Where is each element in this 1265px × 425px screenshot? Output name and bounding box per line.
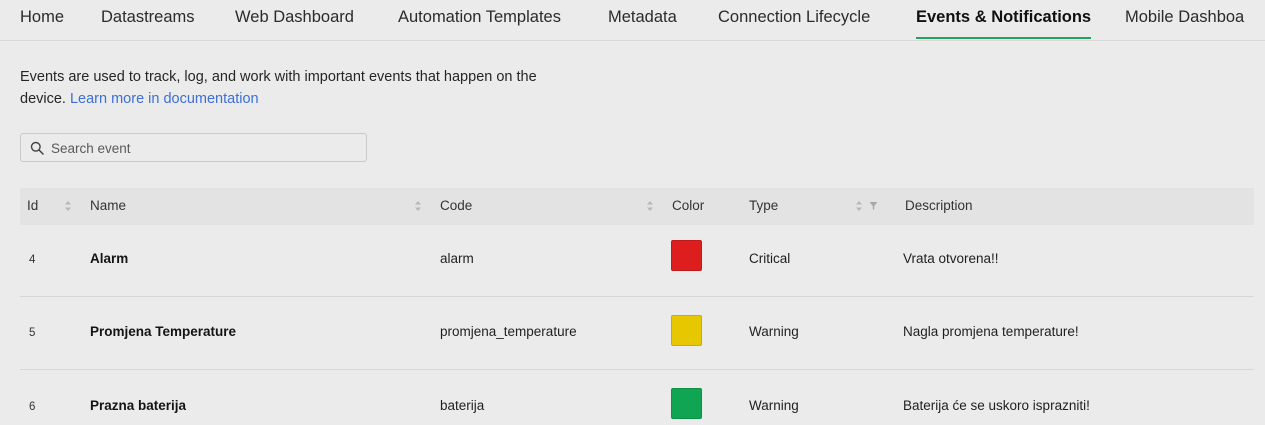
row-color-swatch xyxy=(671,388,702,419)
row-name[interactable]: Prazna baterija xyxy=(90,398,186,413)
row-id: 6 xyxy=(29,401,36,413)
column-header-type[interactable]: Type xyxy=(749,198,778,213)
row-description: Nagla promjena temperature! xyxy=(903,324,1079,339)
row-type: Warning xyxy=(749,398,799,413)
row-code: baterija xyxy=(440,398,485,413)
row-type: Critical xyxy=(749,251,791,266)
table-row[interactable]: 4 Alarm alarm Critical Vrata otvorena!! xyxy=(20,225,1254,297)
tab-connection-lifecycle[interactable]: Connection Lifecycle xyxy=(718,8,870,27)
events-notifications-page: Home Datastreams Web Dashboard Automatio… xyxy=(0,0,1265,425)
row-color-swatch xyxy=(671,240,702,271)
sort-type-icon[interactable] xyxy=(855,200,863,212)
search-box xyxy=(20,133,367,162)
tab-bar: Home Datastreams Web Dashboard Automatio… xyxy=(0,0,1265,41)
active-tab-indicator xyxy=(916,37,1091,39)
search-input[interactable] xyxy=(51,137,351,159)
table-row[interactable]: 5 Promjena Temperature promjena_temperat… xyxy=(20,297,1254,370)
row-code: alarm xyxy=(440,251,474,266)
row-type: Warning xyxy=(749,324,799,339)
tab-datastreams[interactable]: Datastreams xyxy=(101,8,195,27)
table-header: Id Name Code Color Type Description xyxy=(20,188,1254,225)
row-name[interactable]: Promjena Temperature xyxy=(90,324,236,339)
search-icon xyxy=(30,141,44,155)
row-description: Vrata otvorena!! xyxy=(903,251,999,266)
tab-events-notifications[interactable]: Events & Notifications xyxy=(916,8,1091,27)
column-header-color: Color xyxy=(672,198,705,213)
tab-web-dashboard[interactable]: Web Dashboard xyxy=(235,8,354,27)
column-header-code[interactable]: Code xyxy=(440,198,472,213)
column-header-name[interactable]: Name xyxy=(90,198,126,213)
column-header-description: Description xyxy=(905,198,973,213)
tab-mobile-dashboard[interactable]: Mobile Dashboa xyxy=(1125,8,1244,27)
sort-code-icon[interactable] xyxy=(646,200,654,212)
column-header-id[interactable]: Id xyxy=(27,198,38,213)
sort-name-icon[interactable] xyxy=(414,200,422,212)
filter-type-icon[interactable] xyxy=(869,201,878,211)
sort-id-icon[interactable] xyxy=(64,200,72,212)
tab-home[interactable]: Home xyxy=(20,8,64,27)
row-id: 4 xyxy=(29,254,36,266)
events-table: Id Name Code Color Type Description 4 Al… xyxy=(20,188,1254,425)
tab-automation-templates[interactable]: Automation Templates xyxy=(398,8,561,27)
intro-text: Events are used to track, log, and work … xyxy=(20,66,580,110)
row-name[interactable]: Alarm xyxy=(90,251,128,266)
row-description: Baterija će se uskoro isprazniti! xyxy=(903,398,1090,413)
tab-metadata[interactable]: Metadata xyxy=(608,8,677,27)
row-code: promjena_temperature xyxy=(440,324,577,339)
documentation-link[interactable]: Learn more in documentation xyxy=(70,91,259,107)
table-row[interactable]: 6 Prazna baterija baterija Warning Bater… xyxy=(20,370,1254,425)
row-color-swatch xyxy=(671,315,702,346)
row-id: 5 xyxy=(29,327,36,339)
